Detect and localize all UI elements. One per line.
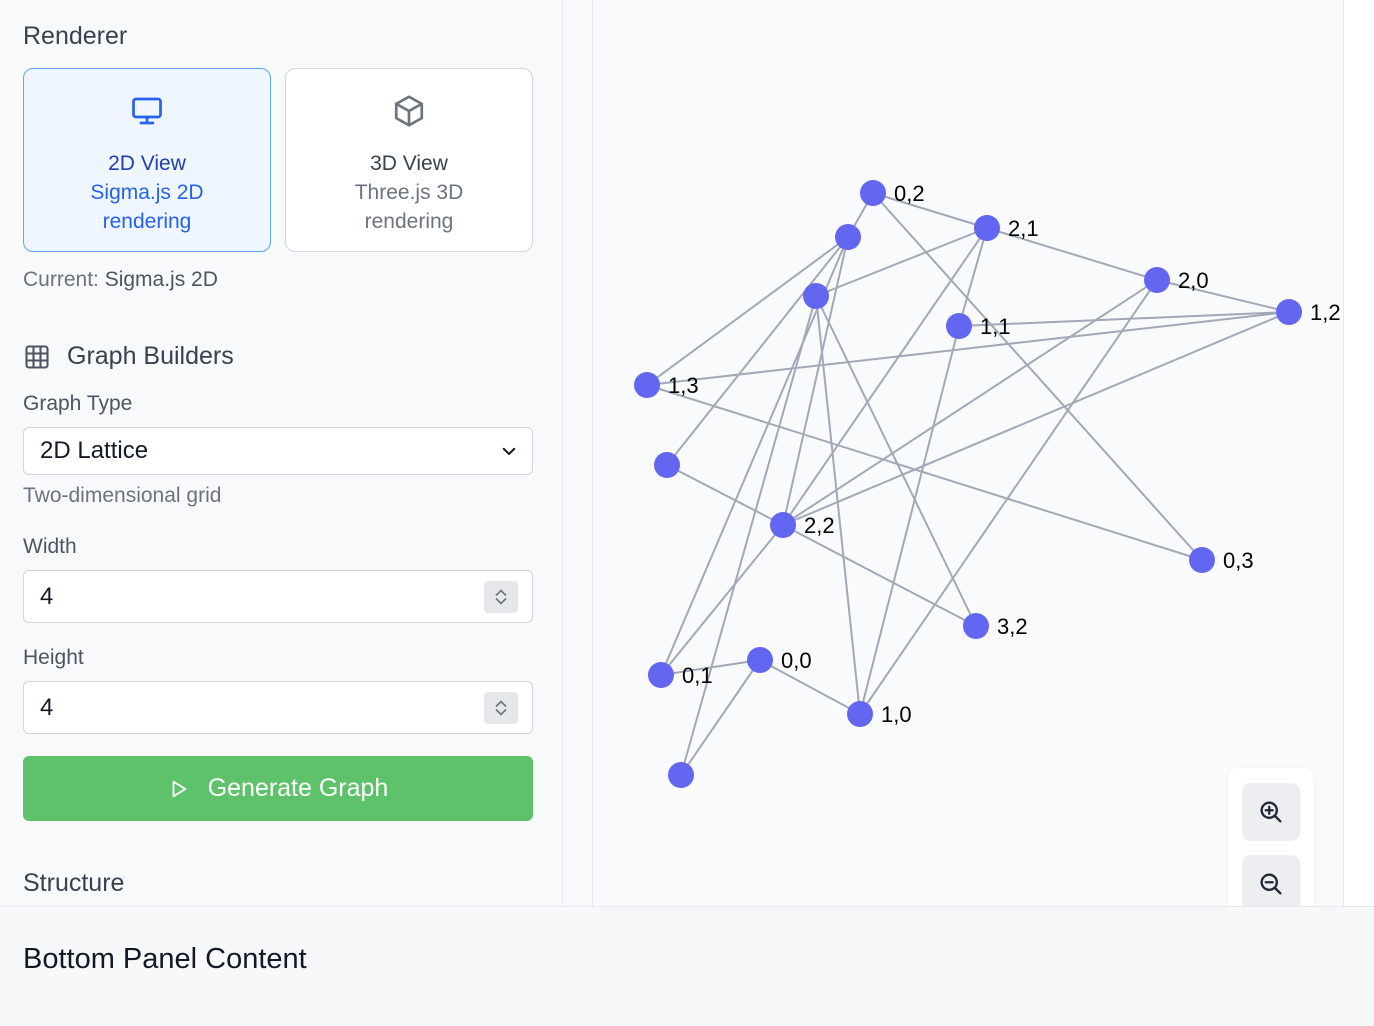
height-value: 4	[40, 693, 54, 721]
graph-node-label: 0,1	[682, 663, 713, 688]
graph-node-label: 3,2	[997, 614, 1028, 639]
graph-node[interactable]	[1189, 547, 1215, 573]
structure-section-title: Structure	[23, 869, 125, 897]
generate-graph-label: Generate Graph	[207, 774, 389, 802]
graph-nodes: 0,2 2,1 2,0 1,2 1,1 1,3 2,2 0,3 3,2 0,0 0,1 1,0	[634, 180, 1341, 788]
current-renderer-label: Current:	[23, 268, 99, 291]
graph-node[interactable]	[668, 762, 694, 788]
graph-node[interactable]	[1144, 267, 1170, 293]
chevron-down-icon	[495, 708, 507, 716]
renderer-option-title: 2D View	[108, 152, 186, 175]
graph-edge	[680, 295, 817, 776]
graph-type-value: 2D Lattice	[40, 437, 149, 464]
chevron-down-icon	[495, 597, 507, 605]
renderer-option-subtitle: Three.js 3D rendering	[354, 181, 464, 233]
graph-node[interactable]	[963, 613, 989, 639]
grid-icon	[25, 344, 49, 369]
graph-type-label: Graph Type	[23, 392, 133, 415]
chevron-up-icon	[495, 588, 507, 596]
graph-edge	[646, 384, 1203, 561]
graph-edge	[1156, 279, 1290, 313]
renderer-option-title: 3D View	[370, 152, 448, 175]
generate-graph-button[interactable]: Generate Graph	[23, 756, 533, 821]
graph-node-label: 2,1	[1008, 216, 1039, 241]
zoom-out-icon	[1260, 873, 1282, 895]
right-edge-panel	[1343, 0, 1374, 906]
panel-divider[interactable]	[563, 0, 593, 906]
chevron-down-icon	[502, 447, 516, 455]
graph-edge	[782, 279, 1158, 526]
graph-node[interactable]	[847, 701, 873, 727]
monitor-icon	[132, 97, 162, 125]
width-stepper[interactable]	[484, 580, 518, 613]
renderer-section-title: Renderer	[23, 22, 128, 50]
graph-node[interactable]	[803, 283, 829, 309]
zoom-controls	[1228, 768, 1314, 906]
play-icon	[172, 780, 186, 797]
graph-node[interactable]	[654, 452, 680, 478]
cube-icon	[394, 95, 424, 127]
graph-node[interactable]	[946, 313, 972, 339]
graph-node-label: 0,2	[894, 181, 925, 206]
chevron-up-icon	[495, 699, 507, 707]
graph-node[interactable]	[634, 372, 660, 398]
renderer-option-2d[interactable]: 2D View Sigma.js 2D rendering	[23, 68, 271, 252]
zoom-out-button[interactable]	[1242, 855, 1300, 906]
sidebar: Renderer 2D View Sigma.js 2D rendering 3…	[0, 0, 563, 906]
renderer-option-subtitle: Sigma.js 2D rendering	[90, 181, 204, 233]
graph-edge	[859, 325, 960, 715]
graph-node[interactable]	[974, 215, 1000, 241]
app-window: Renderer 2D View Sigma.js 2D rendering 3…	[0, 0, 1374, 1026]
graph-node[interactable]	[648, 662, 674, 688]
graph-node-label: 1,2	[1310, 300, 1341, 325]
graph-node[interactable]	[770, 512, 796, 538]
graph-node-label: 1,0	[881, 702, 912, 727]
graph-node-label: 2,0	[1178, 268, 1209, 293]
width-value: 4	[40, 582, 54, 610]
zoom-in-icon	[1260, 801, 1282, 823]
bottom-panel-title: Bottom Panel Content	[23, 943, 307, 975]
graph-edge	[872, 192, 988, 229]
graph-node-label: 1,3	[668, 373, 699, 398]
graph-node-label: 0,0	[781, 648, 812, 673]
graph-edge	[958, 227, 988, 327]
graph-node-label: 2,2	[804, 513, 835, 538]
height-stepper[interactable]	[484, 691, 518, 724]
graph-builders-header: Graph Builders	[23, 342, 234, 371]
graph-builders-title: Graph Builders	[67, 342, 234, 370]
width-label: Width	[23, 535, 77, 558]
graph-type-hint: Two-dimensional grid	[23, 484, 222, 507]
graph-edge	[815, 295, 861, 715]
zoom-in-button[interactable]	[1242, 783, 1300, 841]
graph-node[interactable]	[835, 224, 861, 250]
height-label: Height	[23, 646, 84, 669]
height-input[interactable]: 4	[23, 681, 533, 734]
renderer-option-3d[interactable]: 3D View Three.js 3D rendering	[285, 68, 533, 252]
current-renderer-value: Sigma.js 2D	[104, 268, 218, 291]
graph-node-label: 0,3	[1223, 548, 1254, 573]
current-renderer: Current: Sigma.js 2D	[23, 268, 218, 292]
bottom-panel: Bottom Panel Content	[0, 906, 1374, 1026]
graph-edge	[782, 311, 1290, 526]
graph-node[interactable]	[860, 180, 886, 206]
graph-node-label: 1,1	[980, 314, 1011, 339]
graph-edge	[782, 227, 988, 526]
width-input[interactable]: 4	[23, 570, 533, 623]
graph-node[interactable]	[1276, 299, 1302, 325]
graph-edge	[782, 524, 977, 627]
graph-edge	[872, 192, 1203, 561]
graph-type-select[interactable]: 2D Lattice	[23, 427, 533, 475]
graph-node[interactable]	[747, 647, 773, 673]
graph-canvas[interactable]: 0,2 2,1 2,0 1,2 1,1 1,3 2,2 0,3 3,2 0,0 0,1 1,0	[593, 0, 1344, 906]
